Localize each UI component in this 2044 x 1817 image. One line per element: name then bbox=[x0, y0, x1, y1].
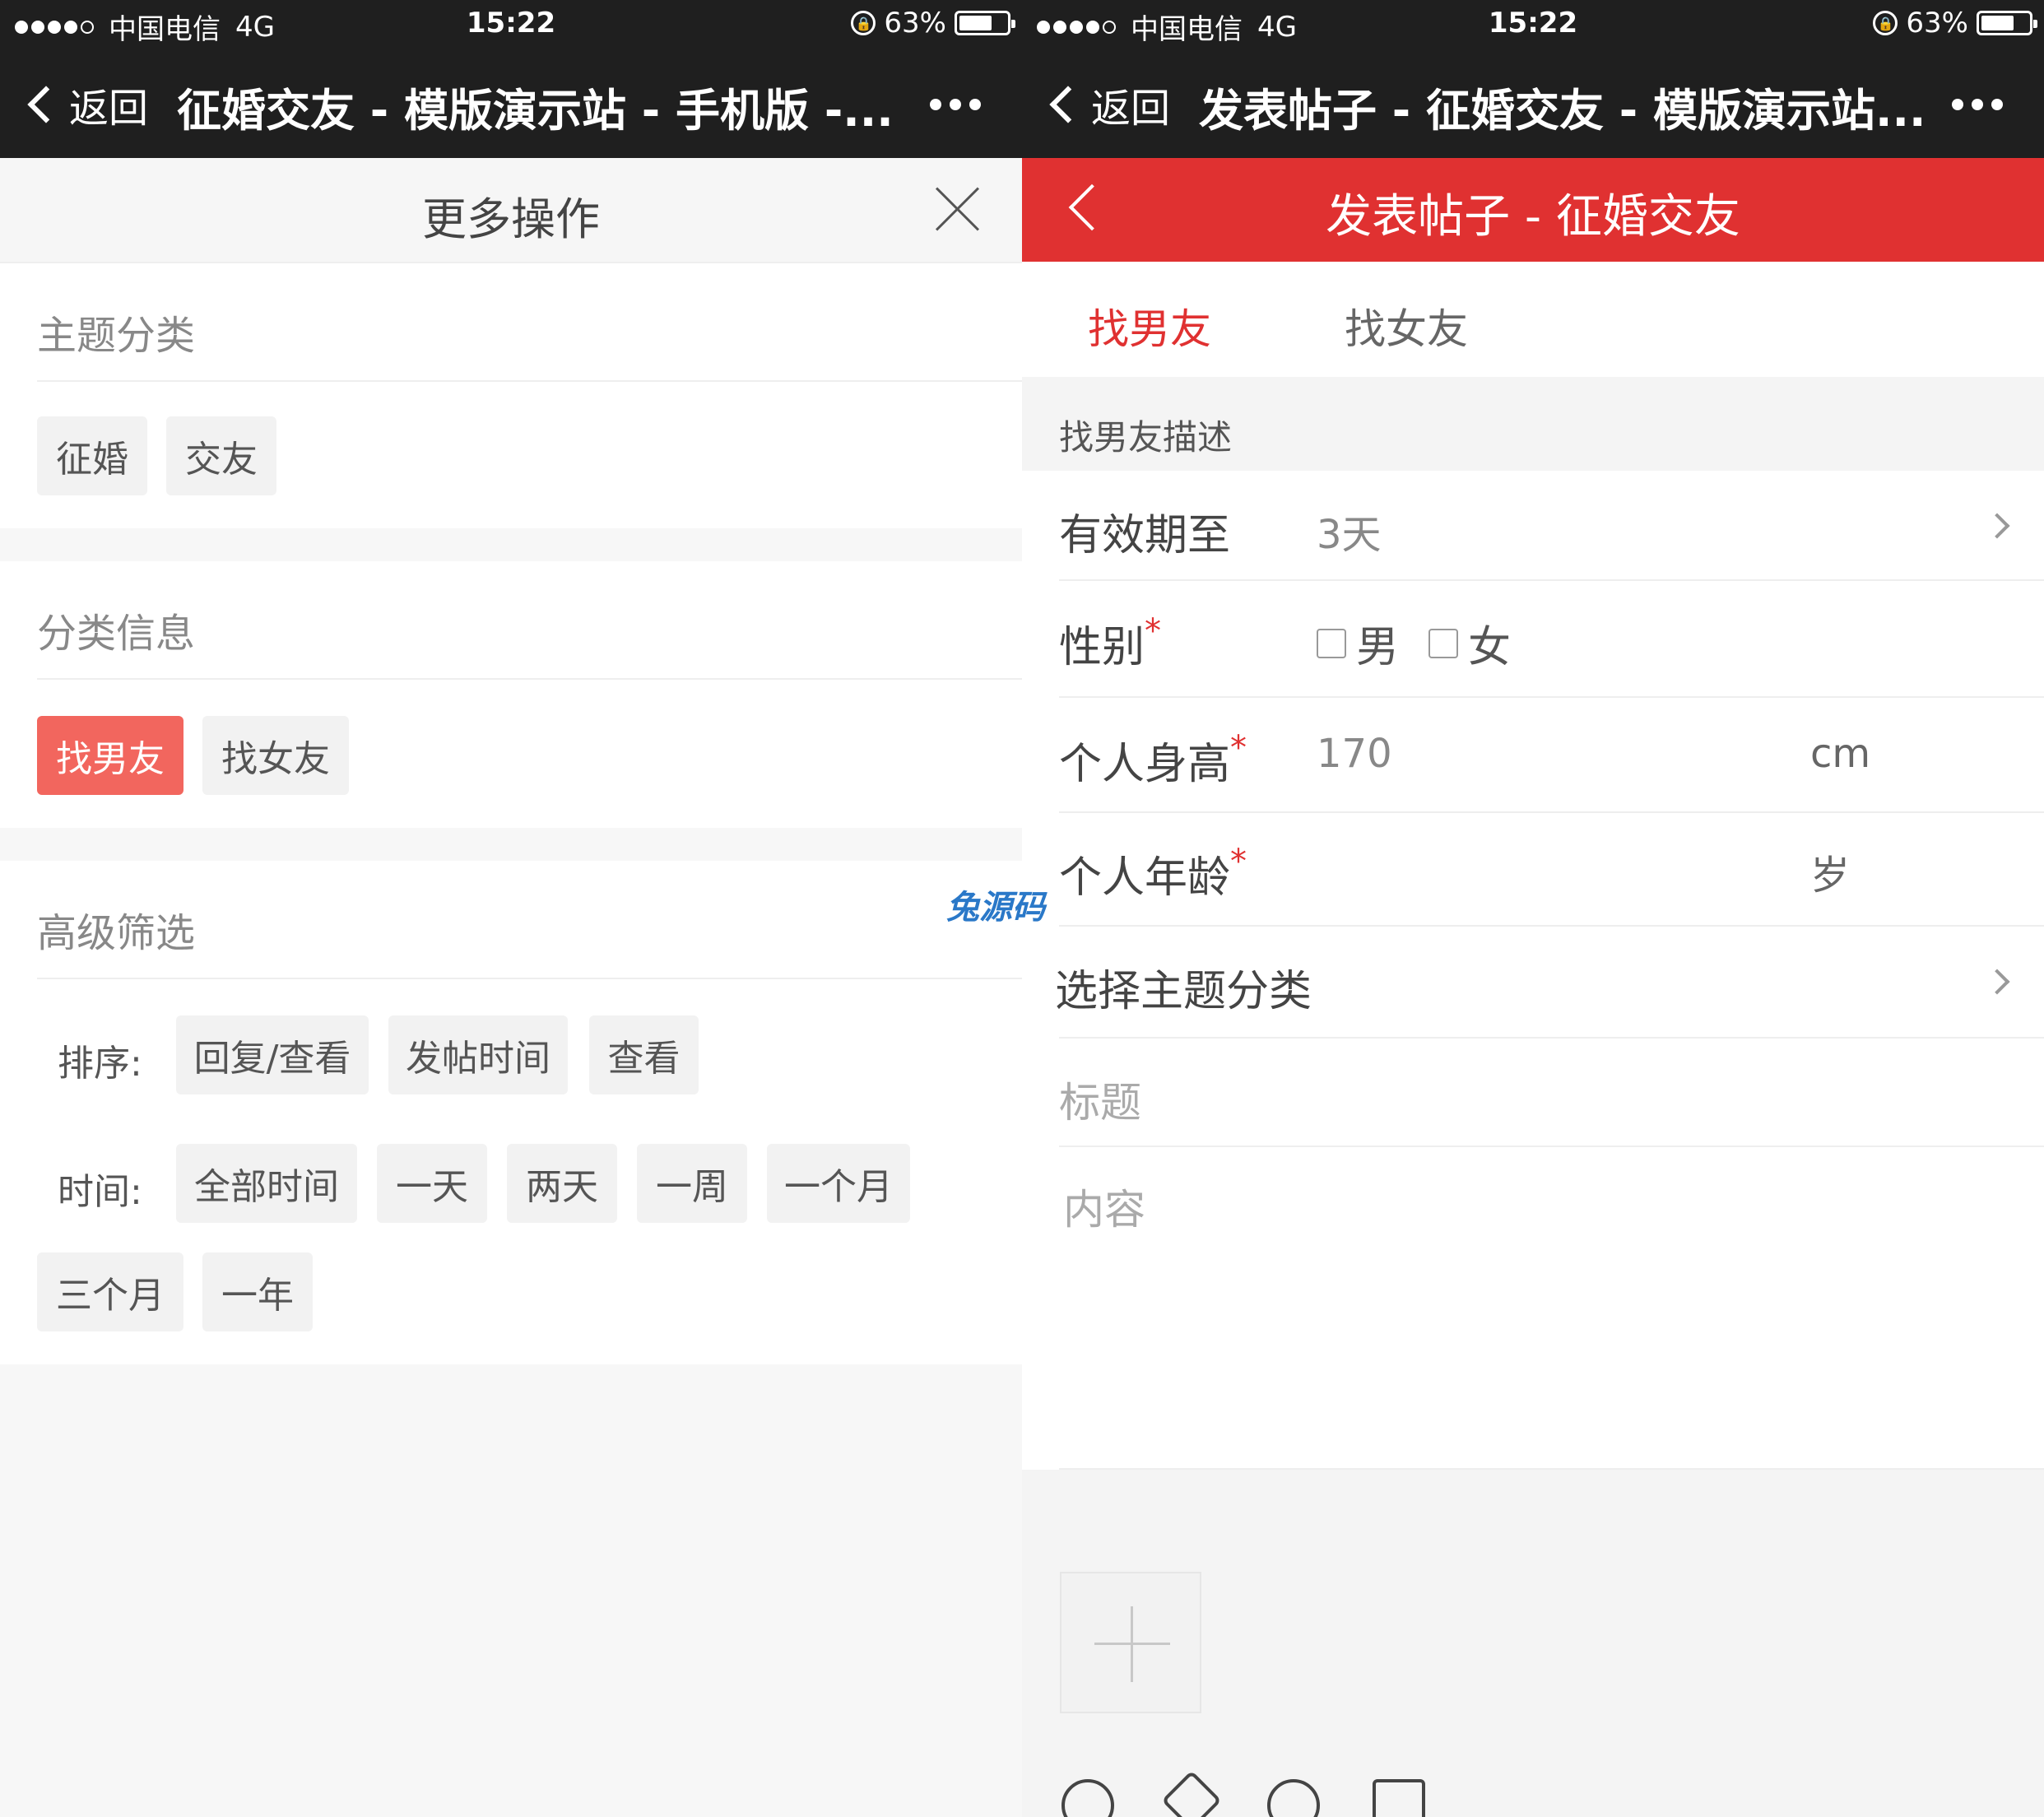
required-mark: * bbox=[1230, 843, 1247, 881]
rotation-lock-icon: 🔒 bbox=[851, 11, 876, 35]
page-title: 发表帖子 - 征婚交友 - 模版演示站... bbox=[1199, 85, 1923, 137]
gender-option-male[interactable]: 男 bbox=[1317, 612, 1399, 674]
video-icon[interactable] bbox=[1373, 1779, 1425, 1817]
status-bar: 中国电信 4G 15:22 🔒 63% bbox=[1022, 0, 2044, 51]
battery-percent: 63% bbox=[1906, 7, 1968, 40]
tab-girlfriend[interactable]: 找女友 bbox=[1345, 296, 1468, 356]
post-form: 有效期至 3天 性别* 男 女 个人身高* 170 cm 个人年龄* 岁 选择主… bbox=[1022, 471, 2044, 1470]
topic-title: 主题分类 bbox=[37, 313, 196, 359]
chevron-right-icon bbox=[1984, 969, 2010, 995]
chip-time-2[interactable]: 两天 bbox=[507, 1144, 617, 1223]
rotation-lock-icon: 🔒 bbox=[1873, 11, 1898, 35]
category-tabs: 找男友 找女友 bbox=[1022, 262, 2044, 377]
more-ops-header: 更多操作 bbox=[0, 158, 1022, 263]
topic-select-label: 选择主题分类 bbox=[1055, 967, 1312, 1016]
watermark-logo: 兔源码 bbox=[946, 889, 1045, 927]
more-menu-button[interactable] bbox=[930, 99, 981, 110]
title-row[interactable]: 标题 bbox=[1022, 1039, 2044, 1147]
required-mark: * bbox=[1145, 612, 1162, 650]
gender-row: 性别* 男 女 bbox=[1022, 581, 2044, 698]
music-icon[interactable] bbox=[1267, 1779, 1320, 1817]
time-label: 时间: bbox=[58, 1171, 142, 1213]
advanced-title: 高级筛选 bbox=[37, 910, 196, 956]
age-unit: 岁 bbox=[1810, 853, 1851, 899]
tag-icon[interactable] bbox=[1161, 1770, 1222, 1817]
chip-sort-1[interactable]: 发帖时间 bbox=[388, 1015, 568, 1094]
validity-value: 3天 bbox=[1317, 512, 1382, 558]
chip-topic-0[interactable]: 征婚 bbox=[37, 416, 147, 495]
description-header: 找男友描述 bbox=[1022, 377, 2044, 471]
page-title: 征婚交友 - 模版演示站 - 手机版 -... bbox=[177, 85, 894, 137]
left-screen: 中国电信 4G 15:22 🔒 63% 返回 征婚交友 - 模版演示站 - 手机… bbox=[0, 0, 1022, 1817]
sort-label: 排序: bbox=[58, 1043, 142, 1085]
height-label: 个人身高 bbox=[1059, 740, 1231, 789]
chip-topic-1[interactable]: 交友 bbox=[166, 416, 276, 495]
wechat-header: 返回 发表帖子 - 征婚交友 - 模版演示站... bbox=[1022, 51, 2044, 158]
chevron-left-icon bbox=[1049, 86, 1087, 123]
checkbox-icon[interactable] bbox=[1317, 628, 1346, 658]
advanced-section: 高级筛选 排序: 回复/查看 发帖时间 查看 时间: 全部时间 一天 两天 一周… bbox=[0, 861, 1022, 1364]
post-header: 发表帖子 - 征婚交友 bbox=[1022, 158, 2044, 262]
checkbox-icon[interactable] bbox=[1428, 628, 1458, 658]
gender-option-female[interactable]: 女 bbox=[1428, 612, 1511, 674]
back-label: 返回 bbox=[69, 86, 149, 132]
smiley-icon[interactable] bbox=[1061, 1779, 1114, 1817]
battery-icon bbox=[955, 11, 1015, 35]
required-mark: * bbox=[1230, 729, 1247, 767]
age-row: 个人年龄* 岁 bbox=[1022, 813, 2044, 927]
chip-time-6[interactable]: 一年 bbox=[202, 1252, 313, 1331]
chip-time-5[interactable]: 三个月 bbox=[37, 1252, 183, 1331]
category-title: 分类信息 bbox=[37, 611, 196, 657]
chevron-right-icon bbox=[1984, 513, 2010, 539]
gender-option-label: 女 bbox=[1468, 623, 1512, 672]
post-title: 发表帖子 - 征婚交友 bbox=[1326, 190, 1740, 244]
add-image-button[interactable] bbox=[1060, 1572, 1201, 1713]
chip-category-1[interactable]: 找女友 bbox=[202, 716, 349, 795]
chevron-left-icon bbox=[27, 86, 65, 123]
back-label: 返回 bbox=[1091, 86, 1171, 132]
content-row[interactable]: 内容 bbox=[1022, 1147, 2044, 1470]
height-input[interactable]: 170 bbox=[1317, 731, 1392, 777]
wechat-header: 返回 征婚交友 - 模版演示站 - 手机版 -... bbox=[0, 51, 1022, 158]
gender-option-label: 男 bbox=[1356, 623, 1400, 672]
height-unit: cm bbox=[1810, 731, 1871, 777]
chip-time-0[interactable]: 全部时间 bbox=[176, 1144, 357, 1223]
editor-toolbar bbox=[1022, 1736, 2044, 1817]
chip-time-4[interactable]: 一个月 bbox=[767, 1144, 910, 1223]
close-icon[interactable] bbox=[933, 184, 983, 234]
title-input[interactable]: 标题 bbox=[1059, 1070, 1141, 1129]
chip-sort-2[interactable]: 查看 bbox=[589, 1015, 699, 1094]
tab-boyfriend[interactable]: 找男友 bbox=[1088, 296, 1211, 356]
category-section: 分类信息 找男友 找女友 bbox=[0, 561, 1022, 828]
back-button[interactable]: 返回 bbox=[1049, 76, 1171, 133]
topic-select-row[interactable]: 选择主题分类 bbox=[1022, 927, 2044, 1039]
panel-title: 更多操作 bbox=[422, 193, 600, 245]
chip-category-0[interactable]: 找男友 bbox=[37, 716, 183, 795]
validity-row[interactable]: 有效期至 3天 bbox=[1022, 471, 2044, 581]
topic-section: 主题分类 征婚 交友 bbox=[0, 263, 1022, 528]
chip-time-3[interactable]: 一周 bbox=[637, 1144, 747, 1223]
height-row: 个人身高* 170 cm bbox=[1022, 698, 2044, 813]
battery-percent: 63% bbox=[884, 7, 946, 40]
gender-label: 性别 bbox=[1059, 623, 1145, 672]
battery-icon bbox=[1977, 11, 2037, 35]
right-screen: 中国电信 4G 15:22 🔒 63% 返回 发表帖子 - 征婚交友 - 模版演… bbox=[1022, 0, 2044, 1817]
description-label: 找男友描述 bbox=[1059, 417, 1233, 458]
more-menu-button[interactable] bbox=[1952, 99, 2003, 110]
back-button[interactable]: 返回 bbox=[27, 76, 149, 133]
age-label: 个人年龄 bbox=[1059, 853, 1231, 903]
status-bar: 中国电信 4G 15:22 🔒 63% bbox=[0, 0, 1022, 51]
chip-time-1[interactable]: 一天 bbox=[377, 1144, 487, 1223]
chip-sort-0[interactable]: 回复/查看 bbox=[176, 1015, 369, 1094]
content-textarea[interactable]: 内容 bbox=[1063, 1177, 1145, 1236]
validity-label: 有效期至 bbox=[1059, 511, 1231, 560]
